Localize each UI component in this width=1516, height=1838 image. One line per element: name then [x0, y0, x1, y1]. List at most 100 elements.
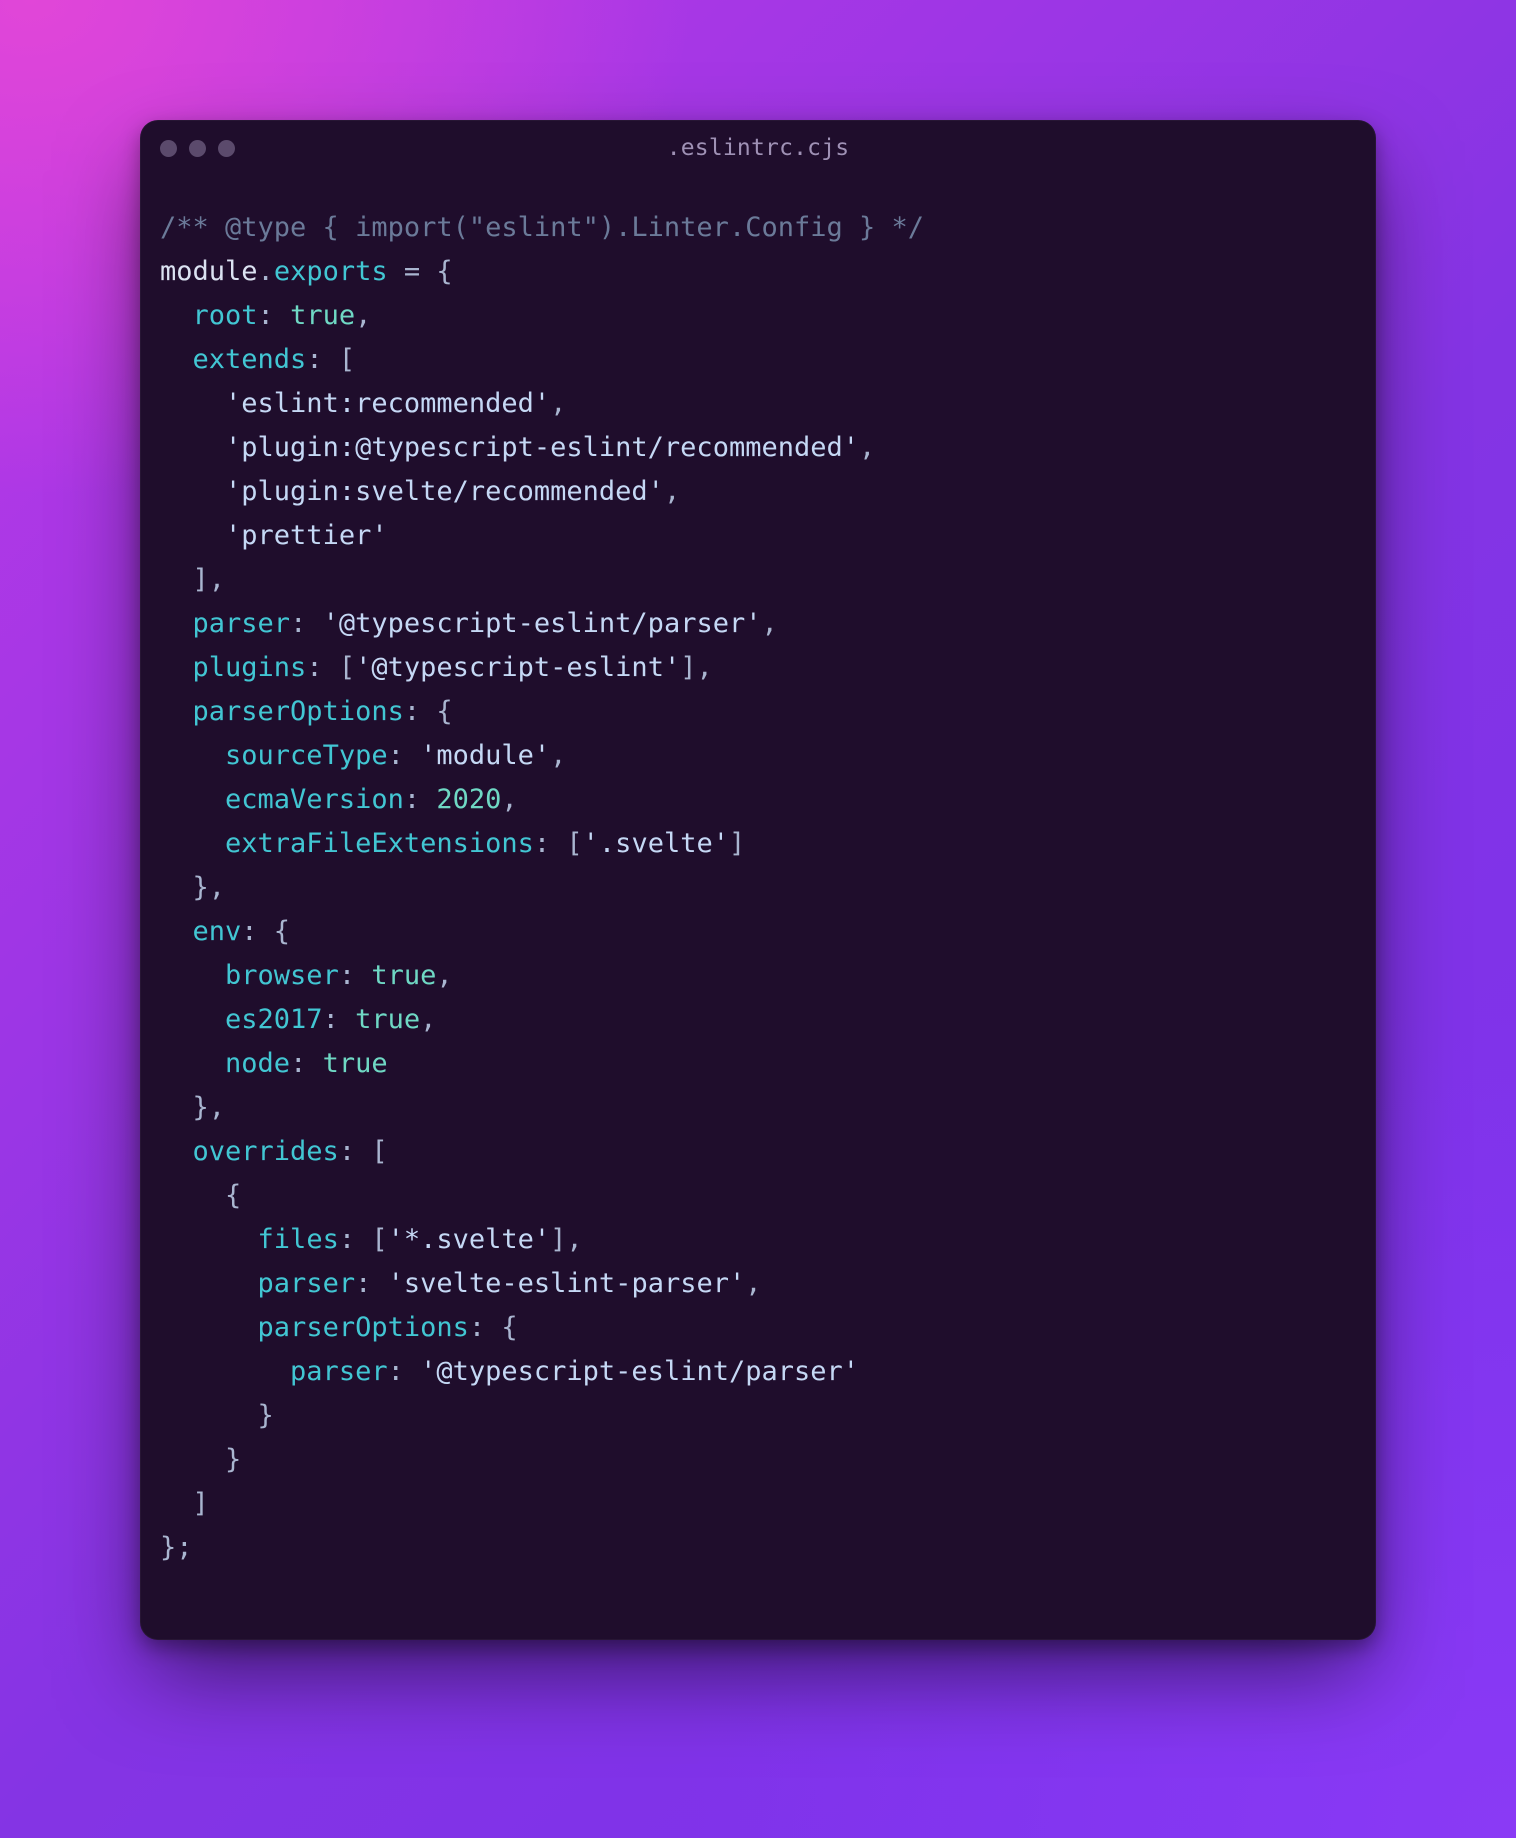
code-token: module: [160, 256, 258, 287]
code-token: 'eslint:recommended': [225, 388, 550, 419]
code-token: [160, 1092, 193, 1123]
code-token: '@typescript-eslint/parser': [420, 1356, 859, 1387]
code-token: ],: [550, 1224, 583, 1255]
code-token: :: [355, 1268, 388, 1299]
code-token: : {: [404, 696, 453, 727]
code-token: ],: [193, 564, 226, 595]
code-window: .eslintrc.cjs /** @type { import("eslint…: [140, 120, 1376, 1640]
code-token: parser: [258, 1268, 356, 1299]
code-token: : [: [306, 652, 355, 683]
code-token: : [: [339, 1136, 388, 1167]
code-token: parser: [193, 608, 291, 639]
code-token: 'plugin:svelte/recommended': [225, 476, 664, 507]
code-token: [160, 960, 225, 991]
code-token: ,: [501, 784, 517, 815]
code-token: },: [193, 872, 226, 903]
code-token: =: [404, 256, 420, 287]
code-token: [160, 608, 193, 639]
close-icon[interactable]: [160, 140, 177, 157]
code-token: :: [258, 300, 291, 331]
code-token: '.svelte': [583, 828, 729, 859]
code-token: '@typescript-eslint': [355, 652, 680, 683]
code-token: files: [258, 1224, 339, 1255]
code-token: overrides: [193, 1136, 339, 1167]
code-token: 'module': [420, 740, 550, 771]
code-token: ]: [729, 828, 745, 859]
code-token: '*.svelte': [388, 1224, 551, 1255]
code-token: [160, 564, 193, 595]
code-token: extraFileExtensions: [225, 828, 534, 859]
traffic-lights: [160, 140, 235, 157]
code-token: ]: [193, 1488, 209, 1519]
code-token: [160, 828, 225, 859]
code-token: ,: [550, 740, 566, 771]
code-token: ,: [745, 1268, 761, 1299]
code-token: [160, 344, 193, 375]
code-token: [160, 1400, 258, 1431]
code-token: [160, 1268, 258, 1299]
code-token: 2020: [436, 784, 501, 815]
code-token: [160, 916, 193, 947]
code-token: parserOptions: [193, 696, 404, 727]
code-token: true: [290, 300, 355, 331]
code-token: [160, 1444, 225, 1475]
code-token: :: [404, 784, 437, 815]
code-token: : {: [469, 1312, 518, 1343]
code-token: true: [323, 1048, 388, 1079]
code-token: [160, 1312, 258, 1343]
code-token: ,: [761, 608, 777, 639]
code-token: ,: [436, 960, 452, 991]
code-token: [160, 300, 193, 331]
code-token: [160, 1488, 193, 1519]
code-token: [160, 432, 225, 463]
code-block: /** @type { import("eslint").Linter.Conf…: [160, 206, 1356, 1570]
maximize-icon[interactable]: [218, 140, 235, 157]
code-token: true: [355, 1004, 420, 1035]
code-token: :: [339, 960, 372, 991]
code-token: [160, 1004, 225, 1035]
code-token: '@typescript-eslint/parser': [323, 608, 762, 639]
code-token: ,: [859, 432, 875, 463]
code-token: ,: [664, 476, 680, 507]
code-token: [160, 696, 193, 727]
code-token: }: [225, 1444, 241, 1475]
code-token: [160, 476, 225, 507]
code-token: node: [225, 1048, 290, 1079]
code-token: browser: [225, 960, 339, 991]
code-token: [160, 520, 225, 551]
code-token: ,: [355, 300, 371, 331]
code-token: [388, 256, 404, 287]
code-token: };: [160, 1532, 193, 1563]
code-token: :: [290, 608, 323, 639]
code-token: [160, 1048, 225, 1079]
code-token: exports: [274, 256, 388, 287]
code-token: [420, 256, 436, 287]
code-token: :: [323, 1004, 356, 1035]
code-token: :: [290, 1048, 323, 1079]
code-token: ecmaVersion: [225, 784, 404, 815]
code-token: [160, 784, 225, 815]
code-token: /** @type { import("eslint").Linter.Conf…: [160, 212, 924, 243]
code-token: }: [258, 1400, 274, 1431]
code-token: [160, 1224, 258, 1255]
code-token: 'svelte-eslint-parser': [388, 1268, 746, 1299]
code-token: : [: [339, 1224, 388, 1255]
code-token: ,: [550, 388, 566, 419]
code-token: : [: [534, 828, 583, 859]
window-titlebar: .eslintrc.cjs: [140, 120, 1376, 176]
code-token: extends: [193, 344, 307, 375]
code-token: [160, 1136, 193, 1167]
code-token: [160, 652, 193, 683]
code-token: ,: [420, 1004, 436, 1035]
code-token: plugins: [193, 652, 307, 683]
code-token: [160, 872, 193, 903]
code-token: sourceType: [225, 740, 388, 771]
window-title: .eslintrc.cjs: [140, 135, 1376, 161]
code-token: parser: [290, 1356, 388, 1387]
minimize-icon[interactable]: [189, 140, 206, 157]
code-token: },: [193, 1092, 226, 1123]
code-token: parserOptions: [258, 1312, 469, 1343]
code-area: /** @type { import("eslint").Linter.Conf…: [140, 176, 1376, 1640]
code-token: env: [193, 916, 242, 947]
code-token: :: [388, 1356, 421, 1387]
